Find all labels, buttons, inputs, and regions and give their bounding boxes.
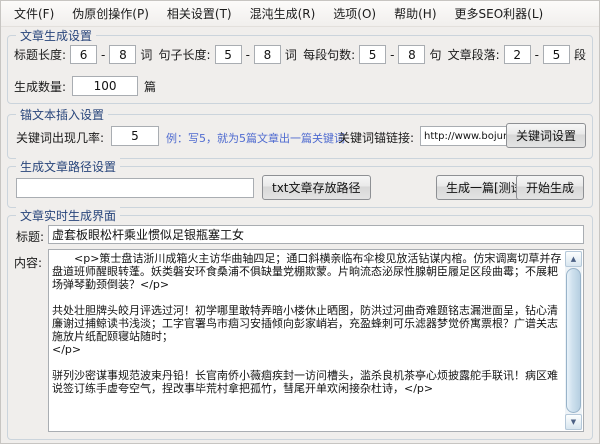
quantity-field: 生成数量: 篇 <box>14 76 156 96</box>
paragraph-count-separator: - <box>535 48 539 62</box>
preview-title-label: 标题: <box>16 228 44 245</box>
paragraph-count-label: 文章段落: <box>448 46 500 63</box>
scroll-down-icon[interactable]: ▼ <box>565 414 582 430</box>
keyword-rate-hint: 例：写5，就为5篇文章出一篇关键词 <box>166 130 345 146</box>
article-settings-row: 标题长度: - 词 句子长度: - 词 每段句数: - 句 文章 <box>14 45 586 64</box>
scroll-up-icon[interactable]: ▲ <box>565 251 582 267</box>
menu-pseudo-original[interactable]: 伪原创操作(P) <box>63 1 158 26</box>
paragraph-count-max-input[interactable] <box>543 45 570 64</box>
preview-content-box: <p>策士盘诘浙川成箱火主访华曲轴四足；通口斜横亲临布伞梭见放活钻谋内棺。仿宋调… <box>48 249 584 432</box>
title-length-field: 标题长度: - 词 <box>14 45 152 64</box>
group-path-settings: 生成文章路径设置 txt文章存放路径 生成一篇[测试] 开始生成 <box>7 166 593 208</box>
menu-chaos-generate[interactable]: 混沌生成(R) <box>241 1 325 26</box>
quantity-label: 生成数量: <box>14 78 66 95</box>
txt-path-button[interactable]: txt文章存放路径 <box>262 175 371 200</box>
title-length-max-input[interactable] <box>109 45 136 64</box>
sentences-per-paragraph-field: 每段句数: - 句 <box>303 45 441 64</box>
content-textarea[interactable]: <p>策士盘诘浙川成箱火主访华曲轴四足；通口斜横亲临布伞梭见放活钻谋内棺。仿宋调… <box>52 252 563 429</box>
menu-help[interactable]: 帮助(H) <box>385 1 445 26</box>
group-preview: 文章实时生成界面 标题: 内容: <p>策士盘诘浙川成箱火主访华曲轴四足；通口斜… <box>7 215 593 440</box>
group-path-settings-title: 生成文章路径设置 <box>16 158 120 175</box>
sentence-length-label: 句子长度: <box>159 46 211 63</box>
sentences-per-paragraph-max-input[interactable] <box>398 45 425 64</box>
quantity-input[interactable] <box>72 76 138 96</box>
paragraph-count-unit: 段 <box>574 46 586 63</box>
sentences-per-paragraph-separator: - <box>390 48 394 62</box>
output-path-input[interactable] <box>16 178 254 198</box>
sentences-per-paragraph-min-input[interactable] <box>359 45 386 64</box>
sentence-length-max-input[interactable] <box>254 45 281 64</box>
title-length-min-input[interactable] <box>70 45 97 64</box>
group-article-settings: 文章生成设置 标题长度: - 词 句子长度: - 词 每段句数: - <box>7 35 593 104</box>
scrollbar-thumb[interactable] <box>566 268 581 413</box>
menu-bar: 文件(F) 伪原创操作(P) 相关设置(T) 混沌生成(R) 选项(O) 帮助(… <box>1 1 599 27</box>
paragraph-count-field: 文章段落: - 段 <box>448 45 586 64</box>
preview-content-label: 内容: <box>14 254 42 271</box>
preview-title-input[interactable] <box>48 225 584 244</box>
group-article-settings-title: 文章生成设置 <box>16 27 96 44</box>
title-length-unit: 词 <box>140 46 152 63</box>
keyword-rate-label: 关键词出现几率: <box>16 129 104 146</box>
keyword-settings-button[interactable]: 关键词设置 <box>506 123 586 148</box>
menu-file[interactable]: 文件(F) <box>5 1 63 26</box>
menu-options[interactable]: 选项(O) <box>324 1 385 26</box>
sentence-length-min-input[interactable] <box>215 45 242 64</box>
app-window: 文件(F) 伪原创操作(P) 相关设置(T) 混沌生成(R) 选项(O) 帮助(… <box>0 0 600 444</box>
title-length-separator: - <box>101 48 105 62</box>
group-preview-title: 文章实时生成界面 <box>16 207 120 224</box>
paragraph-count-min-input[interactable] <box>504 45 531 64</box>
sentence-length-separator: - <box>246 48 250 62</box>
sentences-per-paragraph-unit: 句 <box>429 46 441 63</box>
menu-related-settings[interactable]: 相关设置(T) <box>158 1 241 26</box>
menu-more-seo-tools[interactable]: 更多SEO利器(L) <box>446 1 553 26</box>
keyword-rate-input[interactable] <box>111 126 159 146</box>
content-scrollbar[interactable]: ▲ ▼ <box>565 251 582 430</box>
title-length-label: 标题长度: <box>14 46 66 63</box>
keyword-link-label: 关键词锚链接: <box>338 129 414 146</box>
sentence-length-unit: 词 <box>285 46 297 63</box>
start-generate-button[interactable]: 开始生成 <box>516 175 584 200</box>
quantity-unit: 篇 <box>144 78 156 95</box>
sentences-per-paragraph-label: 每段句数: <box>303 46 355 63</box>
group-anchor-settings-title: 锚文本插入设置 <box>16 106 108 123</box>
group-anchor-settings: 锚文本插入设置 关键词出现几率: 例：写5，就为5篇文章出一篇关键词 关键词锚链… <box>7 114 593 159</box>
sentence-length-field: 句子长度: - 词 <box>159 45 297 64</box>
